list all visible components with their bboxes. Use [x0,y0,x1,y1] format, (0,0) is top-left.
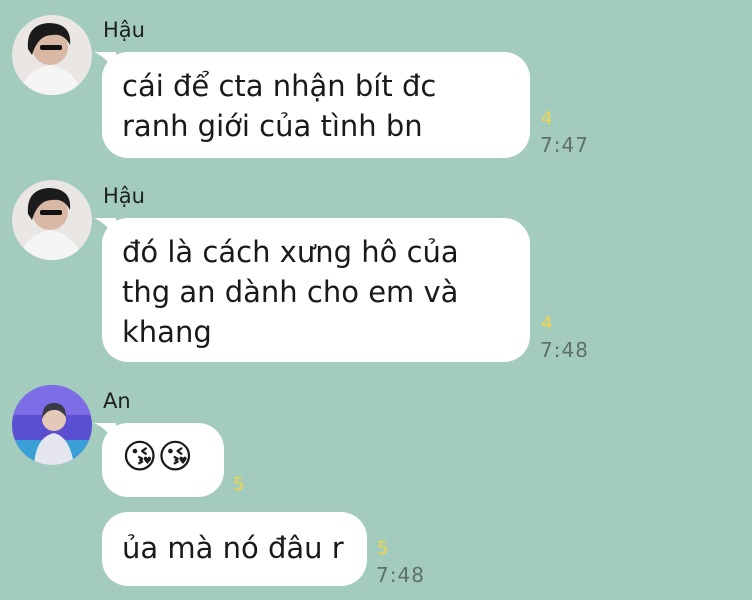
emoji-content: 😘😘 [122,437,193,477]
read-count: 5 [233,474,245,495]
message-bubble[interactable]: đó là cách xưng hô của thg an dành cho e… [94,218,530,362]
message-text-line: thg an dành cho em và [122,275,459,309]
bubble-tail [94,423,116,445]
avatar-an-image [12,385,92,465]
avatar-hau[interactable] [12,180,92,260]
message-time: 7:47 [540,133,589,157]
bubble-tail [94,52,116,74]
avatar-an[interactable] [12,385,92,465]
avatar-hau-image [12,15,92,95]
message-bubble[interactable]: 😘😘 [94,423,224,497]
message-text-line: ủa mà nó đâu r [122,531,344,565]
message-time: 7:48 [540,338,589,362]
message-text-line: cái để cta nhận bít đc [122,69,437,103]
read-count: 4 [541,108,553,129]
message-time: 7:48 [376,563,425,587]
bubble-tail [94,218,116,240]
message-text-line: đó là cách xưng hô của [122,235,459,269]
avatar-hau[interactable] [12,15,92,95]
message-bubble[interactable]: cái để cta nhận bít đc ranh giới của tìn… [94,52,530,158]
read-count: 5 [377,538,389,559]
avatar-hau-image [12,180,92,260]
message-text-line: khang [122,315,212,349]
message-text-line: ranh giới của tình bn [122,109,423,143]
message-bubble[interactable]: ủa mà nó đâu r [102,512,367,586]
sender-name: An [103,389,131,413]
sender-name: Hậu [103,18,145,42]
read-count: 4 [541,313,553,334]
sender-name: Hậu [103,184,145,208]
